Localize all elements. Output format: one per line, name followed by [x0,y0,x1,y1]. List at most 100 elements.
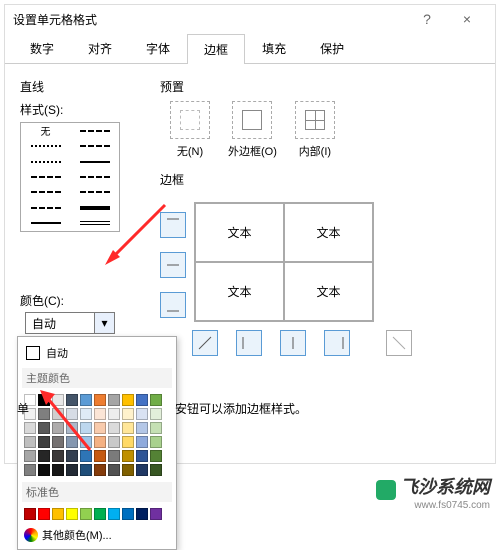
preset-inside[interactable]: 内部(I) [295,101,335,159]
color-swatch[interactable] [136,464,148,476]
color-swatch[interactable] [38,464,50,476]
color-swatch[interactable] [52,408,64,420]
line-style-none[interactable]: 无 [21,123,70,138]
border-middle-h-button[interactable] [160,252,186,278]
preset-outline[interactable]: 外边框(O) [228,101,277,159]
color-swatch[interactable] [80,464,92,476]
tab-fill[interactable]: 填充 [245,33,303,63]
line-style-opt[interactable] [21,200,70,215]
color-swatch[interactable] [38,508,50,520]
border-diag-down-button[interactable] [386,330,412,356]
color-swatch[interactable] [38,422,50,434]
color-swatch[interactable] [94,422,106,434]
line-style-opt[interactable] [21,185,70,200]
color-swatch[interactable] [150,450,162,462]
color-swatch[interactable] [94,394,106,406]
line-style-opt[interactable] [70,169,119,184]
color-swatch[interactable] [108,508,120,520]
preset-none[interactable]: 无(N) [170,101,210,159]
border-top-button[interactable] [160,212,186,238]
color-swatch[interactable] [80,508,92,520]
dropdown-arrow-icon[interactable]: ▾ [94,313,114,333]
tab-border[interactable]: 边框 [187,34,245,64]
color-swatch[interactable] [66,394,78,406]
color-swatch[interactable] [52,422,64,434]
color-swatch[interactable] [136,394,148,406]
color-swatch[interactable] [108,408,120,420]
border-left-button[interactable] [236,330,262,356]
color-swatch[interactable] [80,450,92,462]
color-swatch[interactable] [136,450,148,462]
color-swatch[interactable] [150,508,162,520]
line-style-opt[interactable] [70,216,119,231]
color-swatch[interactable] [108,436,120,448]
color-swatch[interactable] [52,450,64,462]
color-swatch[interactable] [136,422,148,434]
color-swatch[interactable] [66,436,78,448]
color-swatch[interactable] [108,394,120,406]
color-swatch[interactable] [24,436,36,448]
color-swatch[interactable] [80,422,92,434]
border-middle-v-button[interactable] [280,330,306,356]
color-swatch[interactable] [136,408,148,420]
color-swatch[interactable] [24,508,36,520]
color-swatch[interactable] [24,422,36,434]
color-swatch[interactable] [108,464,120,476]
color-swatch[interactable] [150,394,162,406]
color-swatch[interactable] [122,508,134,520]
color-swatch[interactable] [66,508,78,520]
tab-alignment[interactable]: 对齐 [71,33,129,63]
line-style-opt[interactable] [21,169,70,184]
color-swatch[interactable] [122,394,134,406]
border-diag-up-button[interactable] [192,330,218,356]
line-style-list[interactable]: 无 [20,122,120,232]
line-style-opt[interactable] [70,138,119,153]
color-swatch[interactable] [24,450,36,462]
color-swatch[interactable] [66,464,78,476]
color-swatch[interactable] [52,436,64,448]
color-swatch[interactable] [108,450,120,462]
tab-font[interactable]: 字体 [129,33,187,63]
color-swatch[interactable] [150,408,162,420]
color-swatch[interactable] [122,422,134,434]
line-style-opt[interactable] [21,154,70,169]
color-swatch[interactable] [94,408,106,420]
close-button[interactable]: × [447,11,487,27]
color-swatch[interactable] [38,450,50,462]
color-swatch[interactable] [150,436,162,448]
color-swatch[interactable] [38,436,50,448]
color-swatch[interactable] [122,464,134,476]
border-right-button[interactable] [324,330,350,356]
color-swatch[interactable] [80,394,92,406]
line-style-opt[interactable] [21,138,70,153]
color-swatch[interactable] [38,394,50,406]
color-swatch[interactable] [94,508,106,520]
line-style-opt[interactable] [21,216,70,231]
color-swatch[interactable] [136,508,148,520]
color-swatch[interactable] [94,464,106,476]
color-swatch[interactable] [66,450,78,462]
color-automatic[interactable]: 自动 [24,341,170,365]
help-button[interactable]: ? [407,11,447,27]
color-swatch[interactable] [94,450,106,462]
color-swatch[interactable] [52,394,64,406]
line-style-opt[interactable] [70,154,119,169]
color-swatch[interactable] [52,464,64,476]
color-dropdown[interactable]: 自动 ▾ [25,312,115,334]
line-style-opt[interactable] [70,123,119,138]
color-swatch[interactable] [122,408,134,420]
tab-protection[interactable]: 保护 [303,33,361,63]
color-swatch[interactable] [80,408,92,420]
color-swatch[interactable] [38,408,50,420]
line-style-opt[interactable] [70,185,119,200]
color-swatch[interactable] [122,436,134,448]
color-swatch[interactable] [108,422,120,434]
color-swatch[interactable] [80,436,92,448]
tab-number[interactable]: 数字 [13,33,71,63]
color-swatch[interactable] [94,436,106,448]
color-swatch[interactable] [24,464,36,476]
color-swatch[interactable] [136,436,148,448]
color-swatch[interactable] [150,422,162,434]
color-swatch[interactable] [66,422,78,434]
color-swatch[interactable] [122,450,134,462]
